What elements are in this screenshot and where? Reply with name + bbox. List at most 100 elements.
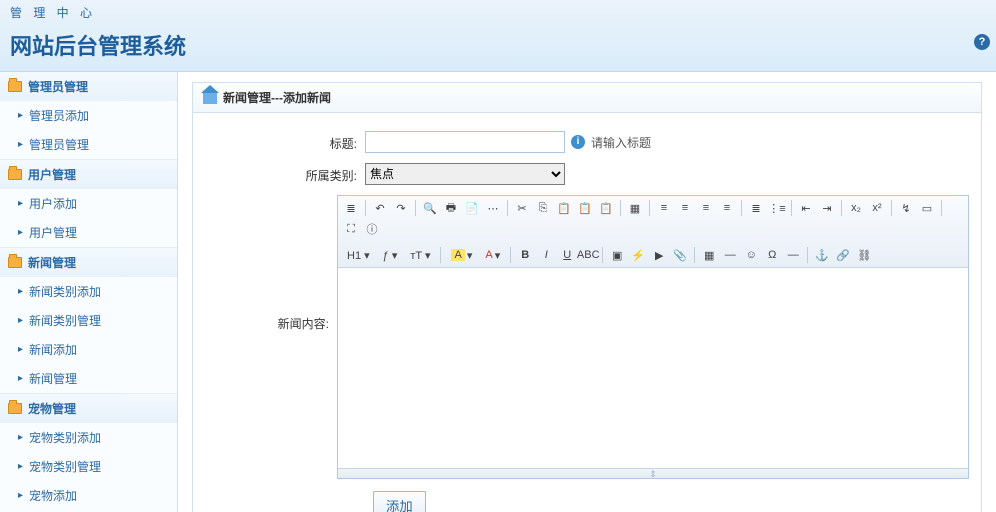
fontsize-select[interactable]: тT ▾ [405, 246, 435, 264]
emoji-icon[interactable]: ☺ [742, 246, 760, 264]
sidebar-item[interactable]: ▸管理员管理 [0, 130, 177, 159]
sidebar-group-title: 管理员管理 [28, 78, 88, 95]
subscript-icon[interactable]: x₂ [847, 199, 865, 217]
sidebar-item-label: 新闻类别管理 [29, 312, 101, 329]
sidebar-item[interactable]: ▸新闻类别添加 [0, 277, 177, 306]
bullet-icon: ▸ [18, 490, 23, 501]
breadcrumb-text: 新闻管理---添加新闻 [223, 89, 331, 106]
preview-icon[interactable]: 🔍 [421, 199, 439, 217]
submit-button[interactable]: 添加 [373, 491, 426, 512]
category-label: 所属类别: [205, 163, 365, 184]
bgcolor-select[interactable]: A▾ [480, 246, 505, 264]
about-icon[interactable]: ⓘ [363, 220, 381, 238]
align-center-icon[interactable]: ≡ [676, 199, 694, 217]
file-icon[interactable]: 📎 [671, 246, 689, 264]
sidebar-item-label: 宠物添加 [29, 487, 77, 504]
paste-icon[interactable]: 📋 [555, 199, 573, 217]
undo-icon[interactable]: ↶ [371, 199, 389, 217]
redo-icon[interactable]: ↷ [392, 199, 410, 217]
content-label: 新闻内容: [205, 195, 337, 332]
sidebar-item[interactable]: ▸新闻管理 [0, 364, 177, 393]
sidebar-group-title: 新闻管理 [28, 254, 76, 271]
sidebar-item[interactable]: ▸ 宠物添加 [0, 481, 177, 510]
source-icon[interactable]: ≣ [342, 199, 360, 217]
sidebar-item[interactable]: ▸ 新闻类别管理 [0, 306, 177, 335]
align-right-icon[interactable]: ≡ [697, 199, 715, 217]
textcolor-select[interactable]: A▾ [446, 246, 477, 264]
sidebar-item[interactable]: ▸管理员添加 [0, 101, 177, 130]
sidebar-item[interactable]: ▸ 用户管理 [0, 218, 177, 247]
outdent-icon[interactable]: ⇤ [797, 199, 815, 217]
category-select[interactable]: 焦点 [365, 163, 565, 185]
underline-icon[interactable]: U [558, 246, 576, 264]
bullet-icon: ▸ [18, 432, 23, 443]
heading-select[interactable]: H1 ▾ [342, 246, 375, 264]
editor-textarea[interactable] [338, 268, 968, 468]
align-justify-icon[interactable]: ≡ [718, 199, 736, 217]
folder-icon [8, 169, 22, 180]
title-hint: 请输入标题 [591, 134, 651, 151]
link-icon[interactable]: 🔗 [834, 246, 852, 264]
align-left-icon[interactable]: ≡ [655, 199, 673, 217]
ul-icon[interactable]: ⋮≡ [768, 199, 786, 217]
sidebar-item-label: 用户管理 [29, 224, 77, 241]
select-tool-icon[interactable]: ▭ [918, 199, 936, 217]
bullet-icon: ▸ [18, 315, 23, 326]
pagebreak-icon[interactable]: — [784, 246, 802, 264]
folder-icon [8, 257, 22, 268]
table-icon[interactable]: ▦ [700, 246, 718, 264]
select-all-icon[interactable]: ▦ [626, 199, 644, 217]
sidebar-group-title: 用户管理 [28, 166, 76, 183]
superscript-icon[interactable]: x² [868, 199, 886, 217]
sidebar: 管理员管理▸管理员添加▸管理员管理用户管理▸用户添加▸用户管理新闻管理▸新闻类别… [0, 72, 178, 512]
sidebar-item[interactable]: ▸新闻添加 [0, 335, 177, 364]
sidebar-group-head[interactable]: 管理员管理 [0, 72, 177, 101]
unlink-icon[interactable]: ⛓ [855, 246, 873, 264]
flash-icon[interactable]: ⚡ [629, 246, 647, 264]
sidebar-group-head[interactable]: 新闻管理 [0, 248, 177, 277]
hr-icon[interactable]: — [721, 246, 739, 264]
home-icon[interactable] [203, 92, 217, 104]
copy-icon[interactable]: ⎘ [534, 199, 552, 217]
bullet-icon: ▸ [18, 139, 23, 150]
editor-resize-handle[interactable]: ⇕ [338, 468, 968, 478]
italic-icon[interactable]: I [537, 246, 555, 264]
title-label: 标题: [205, 131, 365, 152]
template-icon[interactable]: 📄 [463, 199, 481, 217]
sidebar-item[interactable]: ▸ 用户添加 [0, 189, 177, 218]
paste-plain-icon[interactable]: 📋 [576, 199, 594, 217]
bold-icon[interactable]: B [516, 246, 534, 264]
sidebar-item-label: 新闻添加 [29, 341, 77, 358]
title-input[interactable] [365, 131, 565, 153]
fullscreen-icon[interactable]: ⛶ [342, 220, 360, 238]
print-icon[interactable]: 🖶 [442, 199, 460, 217]
ol-icon[interactable]: ≣ [747, 199, 765, 217]
image-icon[interactable]: ▣ [608, 246, 626, 264]
sidebar-item-label: 宠物类别添加 [29, 429, 101, 446]
editor-toolbar: ≣ ↶ ↷ 🔍 🖶 📄 ⋯ ✂ ⎘ 📋 [338, 196, 968, 268]
code-icon[interactable]: ⋯ [484, 199, 502, 217]
clear-format-icon[interactable]: ↯ [897, 199, 915, 217]
special-char-icon[interactable]: Ω [763, 246, 781, 264]
cut-icon[interactable]: ✂ [513, 199, 531, 217]
help-icon[interactable]: ? [974, 34, 990, 50]
strike-icon[interactable]: ABC [579, 246, 597, 264]
media-icon[interactable]: ▶ [650, 246, 668, 264]
bullet-icon: ▸ [18, 373, 23, 384]
sidebar-group-head[interactable]: 宠物管理 [0, 394, 177, 423]
bullet-icon: ▸ [18, 461, 23, 472]
sidebar-item-label: 宠物类别管理 [29, 458, 101, 475]
bullet-icon: ▸ [18, 227, 23, 238]
indent-icon[interactable]: ⇥ [818, 199, 836, 217]
sidebar-item-label: 用户添加 [29, 195, 77, 212]
sidebar-item[interactable]: ▸ 宠物类别管理 [0, 452, 177, 481]
font-select[interactable]: ƒ ▾ [378, 246, 403, 264]
bullet-icon: ▸ [18, 198, 23, 209]
anchor-icon[interactable]: ⚓ [813, 246, 831, 264]
sidebar-group-title: 宠物管理 [28, 400, 76, 417]
sidebar-group-head[interactable]: 用户管理 [0, 160, 177, 189]
paste-word-icon[interactable]: 📋 [597, 199, 615, 217]
header-title: 网站后台管理系统 [0, 25, 996, 71]
content-area: 新闻管理---添加新闻 标题: i 请输入标题 所属类别: 焦点 [178, 72, 996, 512]
sidebar-item[interactable]: ▸ 宠物类别添加 [0, 423, 177, 452]
